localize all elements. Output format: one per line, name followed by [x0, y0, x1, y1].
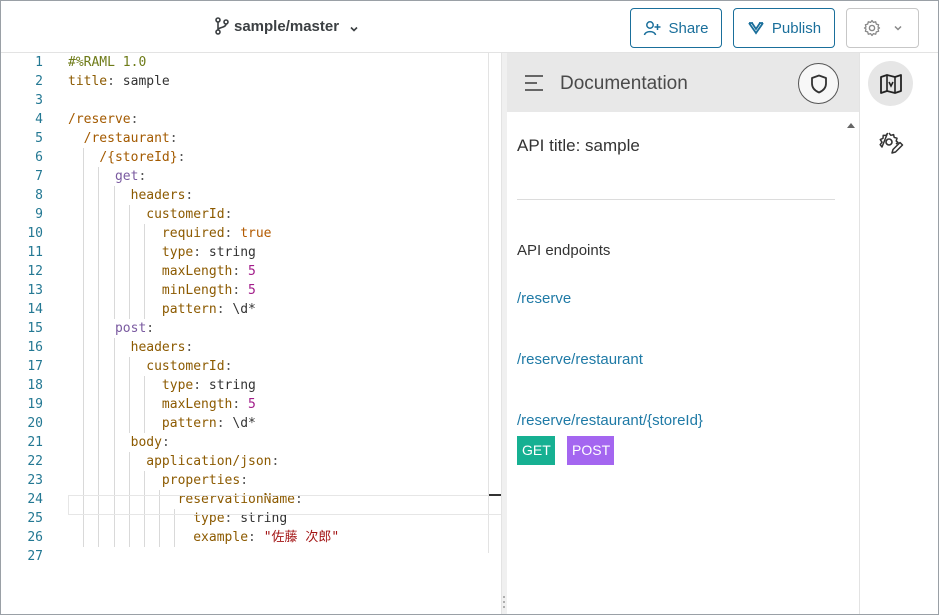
- code-line[interactable]: customerId:: [68, 205, 232, 224]
- indent-guide: [98, 167, 100, 547]
- scroll-up-arrow-icon[interactable]: [847, 123, 855, 128]
- line-number: 7: [35, 169, 43, 184]
- gear-icon: [863, 19, 881, 37]
- line-number: 24: [27, 492, 43, 507]
- line-number: 25: [27, 511, 43, 526]
- line-number: 17: [27, 359, 43, 374]
- code-line[interactable]: maxLength: 5: [68, 262, 256, 281]
- code-line[interactable]: get:: [68, 167, 146, 186]
- branch-selector[interactable]: sample/master: [214, 17, 359, 35]
- api-title: API title: sample: [517, 136, 640, 155]
- indent-guide: [113, 186, 115, 319]
- code-line[interactable]: type: string: [68, 376, 256, 395]
- endpoint-link-restaurant[interactable]: /reserve/restaurant: [517, 351, 643, 368]
- share-button[interactable]: Share: [630, 8, 722, 48]
- editor-scrollbar-track[interactable]: [488, 53, 489, 553]
- code-line[interactable]: example: "佐藤 次郎": [68, 528, 339, 547]
- indent-guide: [128, 205, 130, 319]
- current-line-highlight: [68, 495, 502, 515]
- line-number: 20: [27, 416, 43, 431]
- line-number: 10: [27, 226, 43, 241]
- line-number: 18: [27, 378, 43, 393]
- line-number: 8: [35, 188, 43, 203]
- method-badge-get[interactable]: GET: [517, 436, 555, 465]
- line-number: 23: [27, 473, 43, 488]
- chevron-down-icon: [893, 23, 903, 33]
- code-line[interactable]: /restaurant:: [68, 129, 178, 148]
- line-number: 13: [27, 283, 43, 298]
- code-area[interactable]: #%RAML 1.0 title: sample/reserve: /restau…: [68, 53, 502, 614]
- code-line[interactable]: #%RAML 1.0: [68, 53, 146, 72]
- documentation-toggle-button[interactable]: [868, 61, 913, 106]
- method-badge-post[interactable]: POST: [567, 436, 614, 465]
- add-user-icon: [643, 19, 661, 37]
- chevron-down-icon: [349, 21, 359, 32]
- line-number: 1: [35, 55, 43, 70]
- line-number: 21: [27, 435, 43, 450]
- code-line[interactable]: type: string: [68, 243, 256, 262]
- line-number: 4: [35, 112, 43, 127]
- line-number: 5: [35, 131, 43, 146]
- line-number: 26: [27, 530, 43, 545]
- shield-icon: [810, 74, 827, 93]
- divider: [517, 199, 835, 200]
- publish-label: Publish: [771, 19, 822, 37]
- code-line[interactable]: headers:: [68, 338, 194, 357]
- documentation-header: Documentation: [507, 53, 859, 112]
- text-cursor: [489, 494, 501, 496]
- line-number: 2: [35, 74, 43, 89]
- app-window: sample/master Share Publish 1 2 3 4 5 6 …: [0, 0, 939, 615]
- code-line[interactable]: pattern: \d*: [68, 300, 256, 319]
- code-line[interactable]: properties:: [68, 471, 248, 490]
- code-editor[interactable]: 1 2 3 4 5 6 7 8 9 10 11 12 13 14 15 16 17 18 19 20 21 22 23 24 2…: [1, 53, 502, 614]
- branch-label: sample/master: [234, 17, 340, 35]
- code-line[interactable]: minLength: 5: [68, 281, 256, 300]
- code-line[interactable]: application/json:: [68, 452, 279, 471]
- endpoint-link-reserve[interactable]: /reserve: [517, 290, 571, 307]
- code-line[interactable]: /{storeId}:: [68, 148, 185, 167]
- documentation-panel: Documentation API title: sample API endp…: [507, 53, 859, 614]
- right-rail: [859, 53, 938, 614]
- publish-icon: [747, 21, 765, 35]
- publish-button[interactable]: Publish: [733, 8, 835, 48]
- indent-guide: [128, 357, 130, 433]
- splitter-grip-icon[interactable]: [502, 595, 506, 609]
- settings-gear-edit-icon[interactable]: [878, 131, 904, 157]
- endpoint-link-storeid[interactable]: /reserve/restaurant/{storeId}: [517, 412, 703, 429]
- line-number: 15: [27, 321, 43, 336]
- line-number: 9: [35, 207, 43, 222]
- code-line[interactable]: /reserve:: [68, 110, 138, 129]
- line-number: 14: [27, 302, 43, 317]
- line-number-gutter: 1 2 3 4 5 6 7 8 9 10 11 12 13 14 15 16 17 18 19 20 21 22 23 24 2…: [1, 53, 53, 614]
- code-line[interactable]: post:: [68, 319, 154, 338]
- line-number: 27: [27, 549, 43, 564]
- line-number: 19: [27, 397, 43, 412]
- indent-guide: [144, 224, 145, 319]
- code-line[interactable]: pattern: \d*: [68, 414, 256, 433]
- indent-guide: [113, 338, 115, 547]
- git-branch-icon: [214, 17, 230, 35]
- share-label: Share: [668, 19, 709, 37]
- endpoints-heading: API endpoints: [517, 242, 611, 259]
- shield-button[interactable]: [798, 63, 839, 104]
- code-line[interactable]: customerId:: [68, 357, 232, 376]
- hamburger-menu-icon[interactable]: [524, 74, 544, 92]
- line-number: 3: [35, 93, 43, 108]
- line-number: 6: [35, 150, 43, 165]
- indent-guide: [83, 148, 85, 547]
- indent-guide: [144, 376, 145, 433]
- code-line[interactable]: title: sample: [68, 72, 170, 91]
- documentation-title: Documentation: [560, 73, 688, 94]
- code-line[interactable]: headers:: [68, 186, 194, 205]
- line-number: 11: [27, 245, 43, 260]
- line-number: 16: [27, 340, 43, 355]
- line-number: 12: [27, 264, 43, 279]
- settings-button[interactable]: [846, 8, 919, 48]
- code-line[interactable]: maxLength: 5: [68, 395, 256, 414]
- top-bar: sample/master Share Publish: [1, 1, 938, 53]
- line-number: 22: [27, 454, 43, 469]
- documentation-book-icon: [879, 73, 902, 94]
